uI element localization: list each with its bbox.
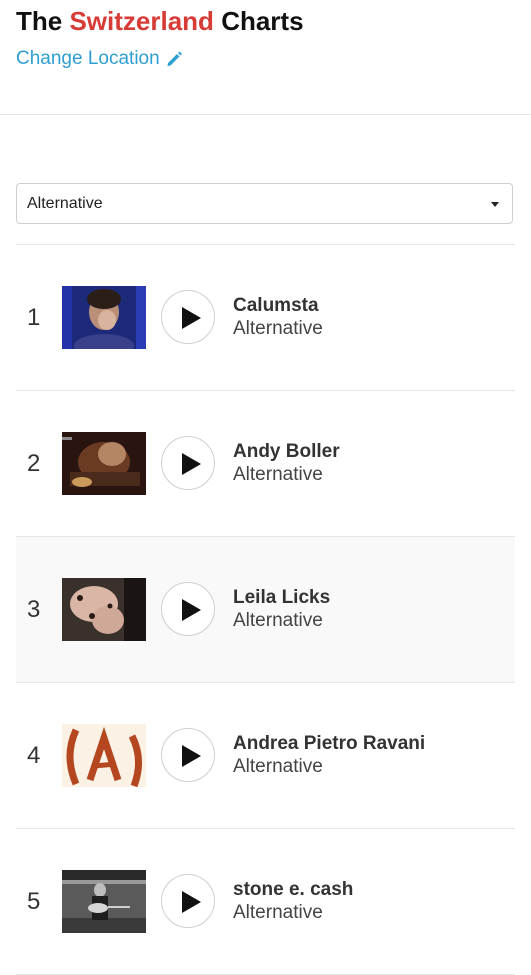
pencil-icon bbox=[167, 51, 182, 66]
artist-name[interactable]: Andy Boller bbox=[233, 441, 340, 463]
chart-rank: 1 bbox=[27, 304, 41, 331]
chart-row: 4 Andrea Pietro Ravani Alternative bbox=[16, 683, 515, 829]
play-button[interactable] bbox=[161, 290, 215, 344]
play-button[interactable] bbox=[161, 436, 215, 490]
title-prefix: The bbox=[16, 6, 63, 36]
chart-row: 2 Andy Boller Alternative bbox=[16, 391, 515, 537]
chart-rank: 4 bbox=[27, 742, 41, 769]
page-header: The Switzerland Charts Change Location bbox=[16, 4, 304, 70]
chart-row: 3 Leila Licks Alternative bbox=[16, 537, 515, 683]
chart-rank: 5 bbox=[27, 888, 41, 915]
artist-genre: Alternative bbox=[233, 902, 323, 923]
artist-name[interactable]: Calumsta bbox=[233, 295, 323, 317]
genre-select-value: Alternative bbox=[27, 194, 103, 212]
play-button[interactable] bbox=[161, 728, 215, 782]
play-icon bbox=[182, 453, 201, 475]
genre-select[interactable]: Alternative bbox=[16, 183, 513, 224]
caret-down-icon bbox=[491, 202, 499, 207]
header-divider bbox=[0, 114, 531, 115]
title-suffix: Charts bbox=[221, 6, 304, 36]
play-icon bbox=[182, 891, 201, 913]
change-location-link[interactable]: Change Location bbox=[16, 48, 304, 70]
artist-name[interactable]: Andrea Pietro Ravani bbox=[233, 733, 425, 755]
track-meta: Calumsta Alternative bbox=[233, 295, 323, 341]
play-icon bbox=[182, 599, 201, 621]
artist-genre: Alternative bbox=[233, 610, 323, 631]
artist-thumbnail[interactable] bbox=[62, 578, 146, 641]
chart-rank: 3 bbox=[27, 596, 41, 623]
artist-thumbnail[interactable] bbox=[62, 724, 146, 787]
artist-name[interactable]: stone e. cash bbox=[233, 879, 353, 901]
play-icon bbox=[182, 307, 201, 329]
artist-thumbnail[interactable] bbox=[62, 286, 146, 349]
page-title: The Switzerland Charts bbox=[16, 4, 304, 38]
artist-genre: Alternative bbox=[233, 464, 323, 485]
artist-name[interactable]: Leila Licks bbox=[233, 587, 330, 609]
track-meta: Andy Boller Alternative bbox=[233, 441, 340, 487]
artist-thumbnail[interactable] bbox=[62, 432, 146, 495]
chart-rank: 2 bbox=[27, 450, 41, 477]
chart-row: 1 Calumsta Alternative bbox=[16, 245, 515, 391]
chart-row: 5 stone e. cash Alternative bbox=[16, 829, 515, 975]
title-country: Switzerland bbox=[69, 6, 214, 36]
artist-genre: Alternative bbox=[233, 318, 323, 339]
artist-genre: Alternative bbox=[233, 756, 323, 777]
play-button[interactable] bbox=[161, 582, 215, 636]
change-location-label: Change Location bbox=[16, 48, 160, 69]
play-icon bbox=[182, 745, 201, 767]
play-button[interactable] bbox=[161, 874, 215, 928]
track-meta: stone e. cash Alternative bbox=[233, 879, 353, 925]
chart-list: 1 Calumsta Alternative 2 Andy Boller Alt… bbox=[16, 244, 515, 975]
track-meta: Andrea Pietro Ravani Alternative bbox=[233, 733, 425, 779]
track-meta: Leila Licks Alternative bbox=[233, 587, 330, 633]
artist-thumbnail[interactable] bbox=[62, 870, 146, 933]
